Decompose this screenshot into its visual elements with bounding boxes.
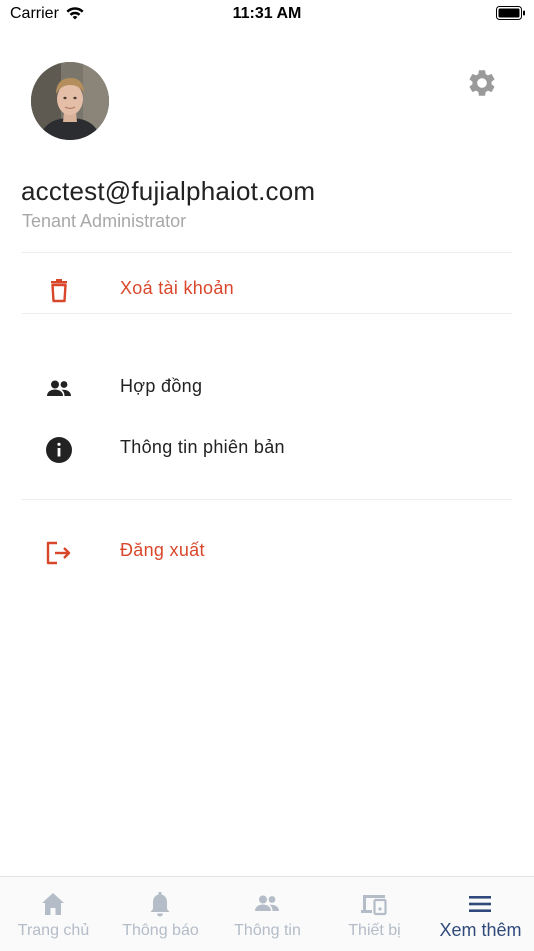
tab-more[interactable]: Xem thêm (427, 877, 534, 951)
people-icon (44, 374, 74, 404)
delete-account-label: Xoá tài khoản (120, 278, 234, 298)
version-info-label: Thông tin phiên bản (120, 437, 285, 457)
tab-home[interactable]: Trang chủ (0, 877, 107, 951)
trash-icon (44, 276, 74, 306)
divider (22, 499, 512, 500)
info-icon (44, 435, 74, 465)
tab-devices-label: Thiết bị (348, 922, 401, 939)
people-icon (252, 889, 282, 919)
tab-devices[interactable]: Thiết bị (321, 877, 428, 951)
contract-item[interactable]: Hợp đồng (22, 360, 512, 416)
tab-info-label: Thông tin (234, 922, 301, 939)
user-email: acctest@fujialphaiot.com (21, 176, 316, 206)
tab-bar: Trang chủ Thông báo Thông tin Thiết bị X… (0, 876, 534, 951)
contract-label: Hợp đồng (120, 376, 203, 396)
tab-home-label: Trang chủ (17, 922, 90, 939)
tab-notifications[interactable]: Thông báo (107, 877, 214, 951)
tab-info[interactable]: Thông tin (214, 877, 321, 951)
devices-icon (359, 889, 389, 919)
divider (22, 313, 512, 314)
bell-icon (145, 889, 175, 919)
version-info-item[interactable]: Thông tin phiên bản (22, 421, 512, 477)
divider (22, 252, 512, 253)
user-role: Tenant Administrator (22, 211, 187, 231)
clock: 11:31 AM (232, 5, 302, 22)
avatar (31, 62, 109, 140)
tab-more-label: Xem thêm (439, 920, 522, 940)
logout-icon (44, 538, 74, 568)
status-bar: Carrier 11:31 AM (0, 0, 534, 30)
logout-item[interactable]: Đăng xuất (22, 524, 512, 580)
tab-notifications-label: Thông báo (122, 922, 199, 939)
delete-account-item[interactable]: Xoá tài khoản (22, 262, 512, 318)
home-icon (38, 889, 68, 919)
logout-label: Đăng xuất (120, 540, 205, 560)
battery-icon (496, 6, 526, 26)
menu-icon (465, 889, 495, 919)
settings-button[interactable] (466, 67, 498, 99)
gear-icon (469, 70, 495, 96)
